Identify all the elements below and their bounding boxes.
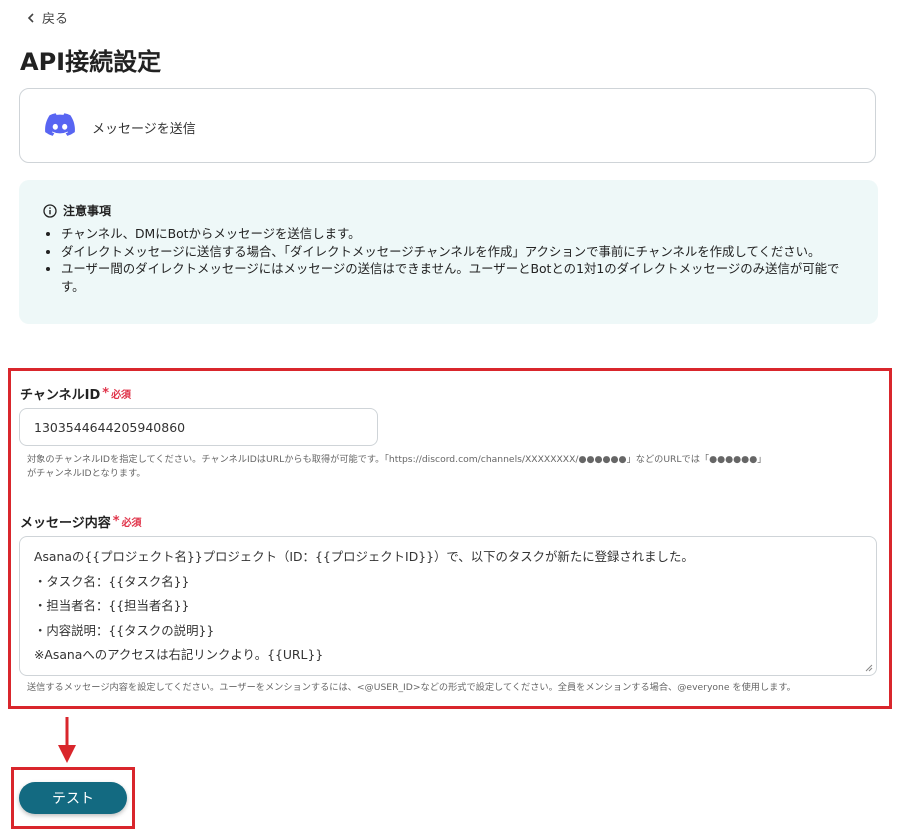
message-line: ・内容説明：{{タスクの説明}} — [34, 622, 215, 638]
required-badge: 必須 — [111, 390, 132, 401]
channel-id-input[interactable] — [19, 408, 378, 446]
channel-id-help: 対象のチャンネルIDを指定してください。チャンネルIDはURLからも取得が可能で… — [27, 453, 766, 481]
chevron-left-icon — [27, 12, 34, 23]
back-label: 戻る — [42, 12, 69, 27]
info-icon — [43, 203, 57, 218]
channel-id-label: チャンネルID * 必須 — [20, 384, 131, 403]
test-button[interactable]: テスト — [19, 782, 127, 814]
message-textarea[interactable]: Asanaの{{プロジェクト名}}プロジェクト（ID：{{プロジェクトID}}）… — [19, 536, 877, 676]
message-line: ・タスク名：{{タスク名}} — [34, 573, 190, 589]
notice-list: チャンネル、DMにBotからメッセージを送信します。 ダイレクトメッセージに送信… — [43, 225, 854, 295]
message-line: Asanaの{{プロジェクト名}}プロジェクト（ID：{{プロジェクトID}}）… — [34, 549, 694, 564]
action-label: メッセージを送信 — [92, 122, 196, 137]
required-star: * — [102, 386, 110, 401]
resize-grip-icon[interactable] — [865, 664, 873, 672]
message-line: ・担当者名：{{担当者名}} — [34, 598, 190, 613]
notice-item: ユーザー間のダイレクトメッセージにはメッセージの送信はできません。ユーザーとBo… — [61, 260, 854, 295]
message-help: 送信するメッセージ内容を設定してください。ユーザーをメンションするには、<@US… — [27, 682, 796, 693]
required-badge: 必須 — [121, 518, 142, 529]
notice-item: チャンネル、DMにBotからメッセージを送信します。 — [61, 225, 854, 243]
back-link[interactable]: 戻る — [26, 8, 68, 27]
channel-id-help-line2: がチャンネルIDとなります。 — [27, 468, 146, 479]
channel-id-label-text: チャンネルID — [20, 388, 101, 403]
message-label-text: メッセージ内容 — [20, 516, 111, 531]
action-card: メッセージを送信 — [19, 88, 876, 163]
message-line: ※Asanaへのアクセスは右記リンクより。{{URL}} — [34, 647, 324, 662]
message-label: メッセージ内容 * 必須 — [20, 512, 142, 531]
page-title: API接続設定 — [20, 48, 162, 76]
notice-item: ダイレクトメッセージに送信する場合、「ダイレクトメッセージチャンネルを作成」アク… — [61, 243, 854, 261]
required-star: * — [112, 514, 120, 529]
notice-heading-text: 注意事項 — [63, 204, 112, 218]
down-arrow-icon — [58, 717, 76, 763]
notice-box: 注意事項 チャンネル、DMにBotからメッセージを送信します。 ダイレクトメッセ… — [19, 180, 878, 324]
notice-heading: 注意事項 — [43, 202, 854, 219]
discord-icon — [45, 113, 75, 136]
channel-id-help-line1: 対象のチャンネルIDを指定してください。チャンネルIDはURLからも取得が可能で… — [27, 454, 767, 465]
